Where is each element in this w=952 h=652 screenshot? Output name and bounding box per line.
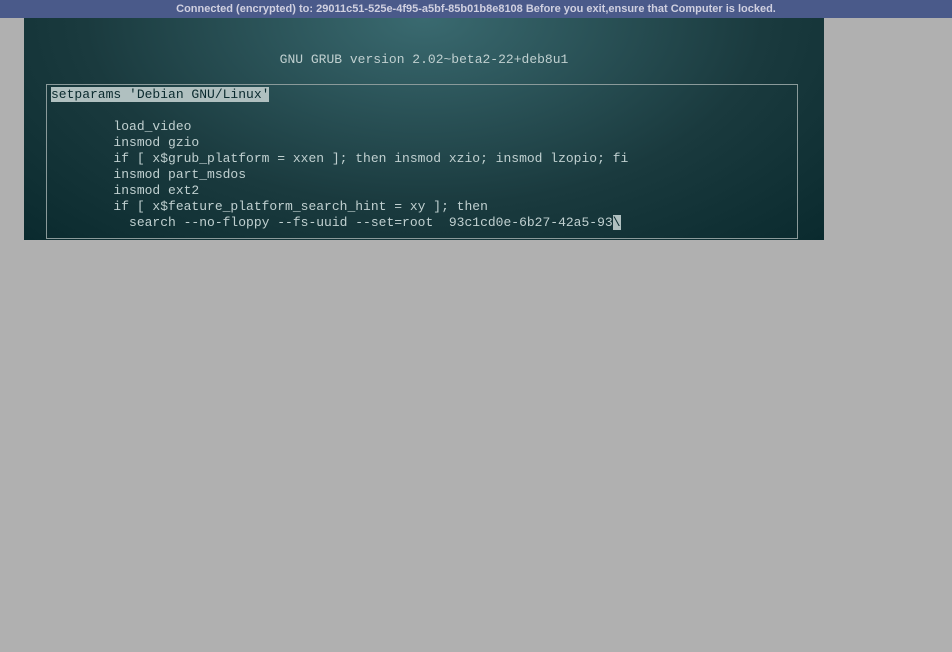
grub-line-insmod-gzio[interactable]: insmod gzio: [51, 135, 199, 150]
connection-status-text: Connected (encrypted) to: 29011c51-525e-…: [176, 0, 776, 18]
grub-line-continuation[interactable]: \: [613, 215, 621, 230]
grub-line-insmod-ext2[interactable]: insmod ext2: [51, 183, 199, 198]
grub-line-insmod-msdos[interactable]: insmod part_msdos: [51, 167, 246, 182]
grub-script-content[interactable]: setparams 'Debian GNU/Linux' load_video …: [47, 85, 797, 233]
grub-edit-box[interactable]: setparams 'Debian GNU/Linux' load_video …: [46, 84, 798, 239]
grub-line-if-feature[interactable]: if [ x$feature_platform_search_hint = xy…: [51, 199, 488, 214]
grub-line-search[interactable]: search --no-floppy --fs-uuid --set=root …: [51, 215, 613, 230]
connection-status-bar: Connected (encrypted) to: 29011c51-525e-…: [0, 0, 952, 18]
grub-line-setparams[interactable]: setparams 'Debian GNU/Linux': [51, 87, 269, 102]
empty-area: [0, 240, 952, 652]
grub-line-if-xen[interactable]: if [ x$grub_platform = xxen ]; then insm…: [51, 151, 628, 166]
grub-version-title: GNU GRUB version 2.02~beta2-22+deb8u1: [24, 18, 824, 67]
grub-line-load-video[interactable]: load_video: [51, 119, 191, 134]
grub-terminal[interactable]: GNU GRUB version 2.02~beta2-22+deb8u1 se…: [24, 18, 824, 240]
